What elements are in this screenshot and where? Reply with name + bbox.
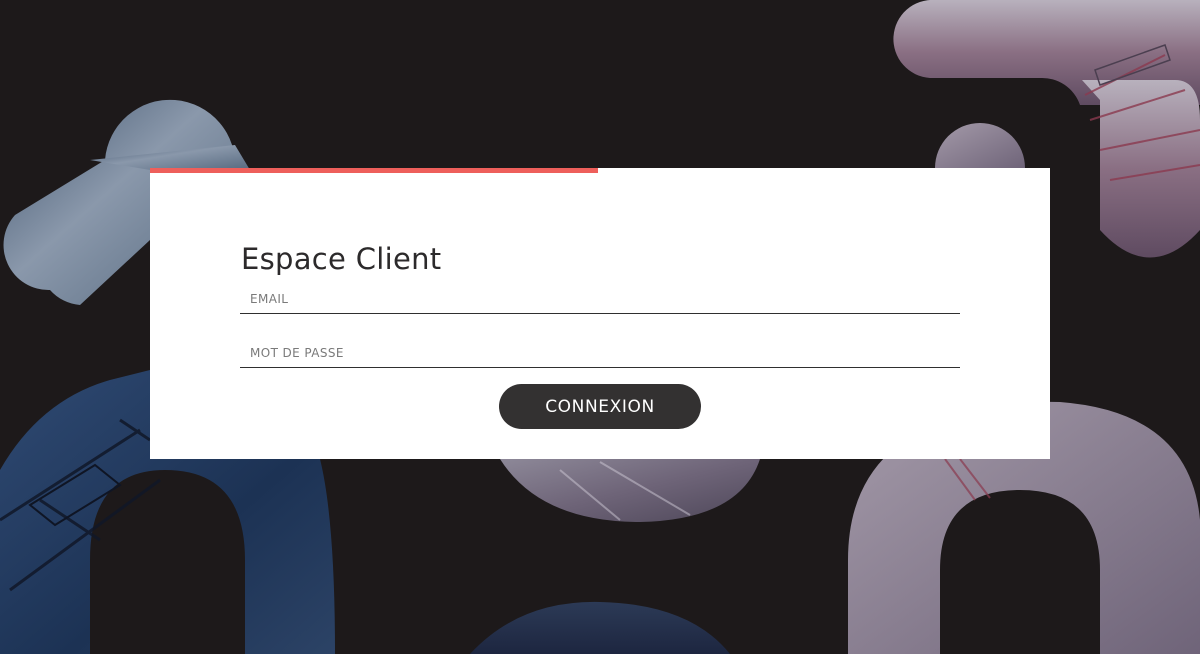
bottom-center-arc bbox=[470, 601, 730, 654]
card-accent-bar bbox=[150, 168, 598, 173]
password-field[interactable] bbox=[240, 338, 960, 368]
center-bottom-arc bbox=[500, 459, 760, 522]
center-right-circle bbox=[935, 123, 1025, 168]
login-page: Espace Client CONNEXION bbox=[0, 0, 1200, 654]
email-field[interactable] bbox=[240, 284, 960, 314]
page-title: Espace Client bbox=[241, 242, 442, 276]
login-button[interactable]: CONNEXION bbox=[499, 384, 701, 429]
login-form: Espace Client CONNEXION bbox=[150, 168, 1050, 459]
